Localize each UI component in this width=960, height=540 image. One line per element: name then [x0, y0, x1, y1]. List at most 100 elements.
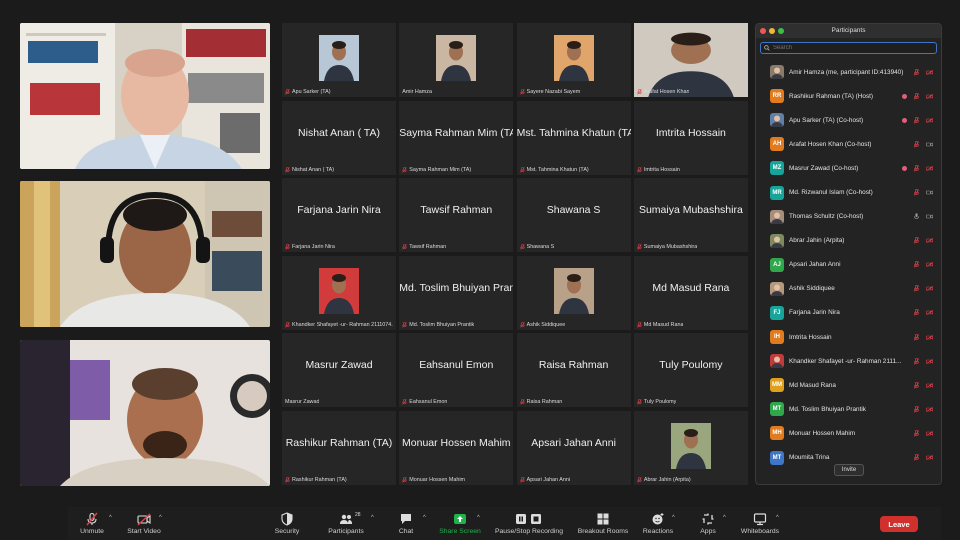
gallery-tile[interactable]: Farjana Jarin Nira Farjana Jarin Nira	[282, 178, 396, 253]
minimize-dot[interactable]	[769, 28, 775, 34]
video-camera-off-icon	[926, 382, 933, 388]
gallery-tile[interactable]: Nishat Anan ( TA) Nishat Anan ( TA)	[282, 100, 396, 175]
tile-name-label: Tawsif Rahman	[402, 244, 446, 250]
tile-display-name: Monuar Hossen Mahim	[402, 436, 511, 449]
participant-row[interactable]: Abrar Jahin (Arpita)	[756, 229, 941, 253]
close-dot[interactable]	[760, 28, 766, 34]
tile-label-text: Nishat Anan ( TA)	[292, 166, 335, 173]
participant-status-icons	[913, 285, 933, 293]
participants-button[interactable]: Participants	[324, 507, 368, 540]
participant-row[interactable]: FJ Farjana Jarin Nira	[756, 301, 941, 325]
gallery-tile[interactable]: Sayere Nazabi Sayem	[516, 23, 631, 97]
invite-button[interactable]: Invite	[834, 464, 864, 476]
gallery-tile[interactable]: Sumaiya Mubashshira Sumaiya Mubashshira	[633, 178, 748, 253]
tile-name-label: Farjana Jarin Nira	[285, 244, 335, 250]
reactions-options-chevron-icon[interactable]: ^	[672, 515, 675, 521]
zoom-dot[interactable]	[778, 28, 784, 34]
breakout-rooms-label: Breakout Rooms	[577, 528, 629, 535]
leave-button[interactable]: Leave	[880, 516, 918, 532]
search-input[interactable]	[773, 45, 923, 51]
participant-row[interactable]: MT Md. Toslim Bhuiyan Prantik	[756, 397, 941, 421]
audio-options-chevron-icon[interactable]: ^	[109, 515, 112, 521]
participant-row[interactable]: Apu Sarker (TA) (Co-host)	[756, 108, 941, 132]
avatar-photo	[771, 236, 783, 248]
microphone-icon	[914, 213, 919, 220]
whiteboards-button[interactable]: Whiteboards	[738, 507, 782, 540]
avatar	[770, 354, 784, 369]
gallery-tile[interactable]: Raisa Rahman Raisa Rahman	[516, 333, 631, 408]
speaker-video-3[interactable]	[20, 340, 270, 486]
participant-row[interactable]: MM Md Masud Rana	[756, 373, 941, 397]
tile-name-label: Khandker Shafayet -ur- Rahman 2111074...	[285, 321, 393, 328]
share-screen-button[interactable]: Share Screen	[436, 507, 484, 540]
microphone-muted-icon	[86, 512, 98, 526]
breakout-rooms-button[interactable]: Breakout Rooms	[574, 507, 632, 540]
participant-row[interactable]: IH Imtrita Hossain	[756, 325, 941, 349]
reactions-button[interactable]: Reactions	[640, 507, 676, 540]
gallery-tile[interactable]: Monuar Hossen Mahim Monuar Hossen Mahim	[399, 410, 514, 485]
share-options-chevron-icon[interactable]: ^	[477, 515, 480, 521]
speaker-video-2[interactable]	[20, 181, 270, 327]
video-camera-off-icon	[926, 334, 933, 340]
participant-row[interactable]: RR Rashikur Rahman (TA) (Host)	[756, 84, 941, 108]
gallery-tile[interactable]: Mst. Tahmina Khatun (TA) Mst. Tahmina Kha…	[516, 100, 631, 175]
participant-name: Thomas Schultz (Co-host)	[789, 213, 864, 221]
microphone-muted-icon	[913, 309, 920, 317]
pause-stop-recording-button[interactable]: Pause/Stop Recording	[492, 507, 566, 540]
participant-row[interactable]: Thomas Schultz (Co-host)	[756, 205, 941, 229]
gallery-tile[interactable]: Md. Toslim Bhuiyan Prantik Md. Toslim Bhu…	[399, 255, 514, 330]
gallery-tile[interactable]: Md Masud Rana Md Masud Rana	[633, 255, 748, 330]
participant-photo	[436, 35, 477, 81]
gallery-tile[interactable]: Ashik Siddiquee	[516, 255, 631, 330]
chat-button[interactable]: Chat	[394, 507, 418, 540]
gallery-tile[interactable]: Eahsanul Emon Eahsanul Emon	[399, 333, 514, 408]
whiteboards-options-chevron-icon[interactable]: ^	[776, 515, 779, 521]
participant-row[interactable]: Khandker Shafayet -ur- Rahman 2111...	[756, 349, 941, 373]
participant-row[interactable]: MR Md. Rizwanul Islam (Co-host)	[756, 180, 941, 204]
apps-options-chevron-icon[interactable]: ^	[723, 515, 726, 521]
start-video-button[interactable]: Start Video	[123, 507, 165, 540]
gallery-tile[interactable]: Imtrita Hossain Imtrita Hossain	[633, 100, 748, 175]
tile-name-label: Apsari Jahan Anni	[519, 476, 570, 483]
participant-row[interactable]: Ashik Siddiquee	[756, 277, 941, 301]
video-options-chevron-icon[interactable]: ^	[159, 515, 162, 521]
gallery-tile[interactable]: Masrur Zawad Masrur Zawad	[282, 333, 396, 408]
share-screen-label: Share Screen	[439, 528, 481, 535]
avatar-initials: MZ	[770, 161, 784, 176]
participant-row[interactable]: AH Arafat Hosen Khan (Co-host)	[756, 132, 941, 156]
participant-row[interactable]: Amir Hamza (me, participant ID:413940)	[756, 60, 941, 84]
participant-row[interactable]: AJ Apsari Jahan Anni	[756, 253, 941, 277]
recording-indicator-icon	[902, 165, 907, 171]
gallery-tile[interactable]: Amir Hamza	[399, 23, 514, 97]
microphone-muted-icon	[637, 244, 642, 250]
gallery-tile[interactable]: Apu Sarker (TA)	[282, 23, 396, 97]
tile-display-name: Tuly Poulomy	[659, 359, 723, 372]
participant-row[interactable]: MH Monuar Hossen Mahim	[756, 421, 941, 445]
gallery-tile[interactable]: Tawsif Rahman Tawsif Rahman	[399, 178, 514, 253]
breakout-grid-icon	[597, 513, 609, 525]
gallery-tile[interactable]: Shawana S Shawana S	[516, 178, 631, 253]
gallery-tile[interactable]: Abrar Jahin (Arpita)	[633, 410, 748, 485]
security-button[interactable]: Security	[271, 507, 303, 540]
apps-button[interactable]: Apps	[696, 507, 720, 540]
gallery-tile[interactable]: Rashikur Rahman (TA) Rashikur Rahman (TA)	[282, 410, 396, 485]
gallery-tile[interactable]: Tuly Poulomy Tuly Poulomy	[633, 333, 748, 408]
participant-row[interactable]: MZ Masrur Zawad (Co-host)	[756, 156, 941, 180]
microphone-muted-icon	[402, 166, 408, 173]
participants-options-chevron-icon[interactable]: ^	[371, 515, 374, 521]
video-camera-icon	[926, 214, 933, 219]
unmute-button[interactable]: Unmute	[76, 507, 108, 540]
gallery-tile[interactable]: Apsari Jahan Anni Apsari Jahan Anni	[516, 410, 631, 485]
participant-search-box[interactable]	[760, 42, 937, 54]
tile-label-text: Imtrita Hossain	[643, 166, 680, 173]
panel-title: Participants	[831, 27, 866, 34]
video-camera-off-icon	[926, 69, 933, 75]
microphone-muted-icon	[519, 166, 525, 173]
participant-name: Arafat Hosen Khan (Co-host)	[789, 140, 872, 148]
gallery-tile[interactable]: Khandker Shafayet -ur- Rahman 2111074...	[282, 255, 396, 330]
chat-options-chevron-icon[interactable]: ^	[423, 515, 426, 521]
gallery-tile[interactable]: Sayma Rahman Mim (TA) Sayma Rahman Mim (T…	[399, 100, 514, 175]
gallery-tile[interactable]: Arafat Hosen Khan	[633, 23, 748, 97]
speaker-3-scene	[20, 340, 270, 486]
speaker-video-1[interactable]	[20, 23, 270, 169]
